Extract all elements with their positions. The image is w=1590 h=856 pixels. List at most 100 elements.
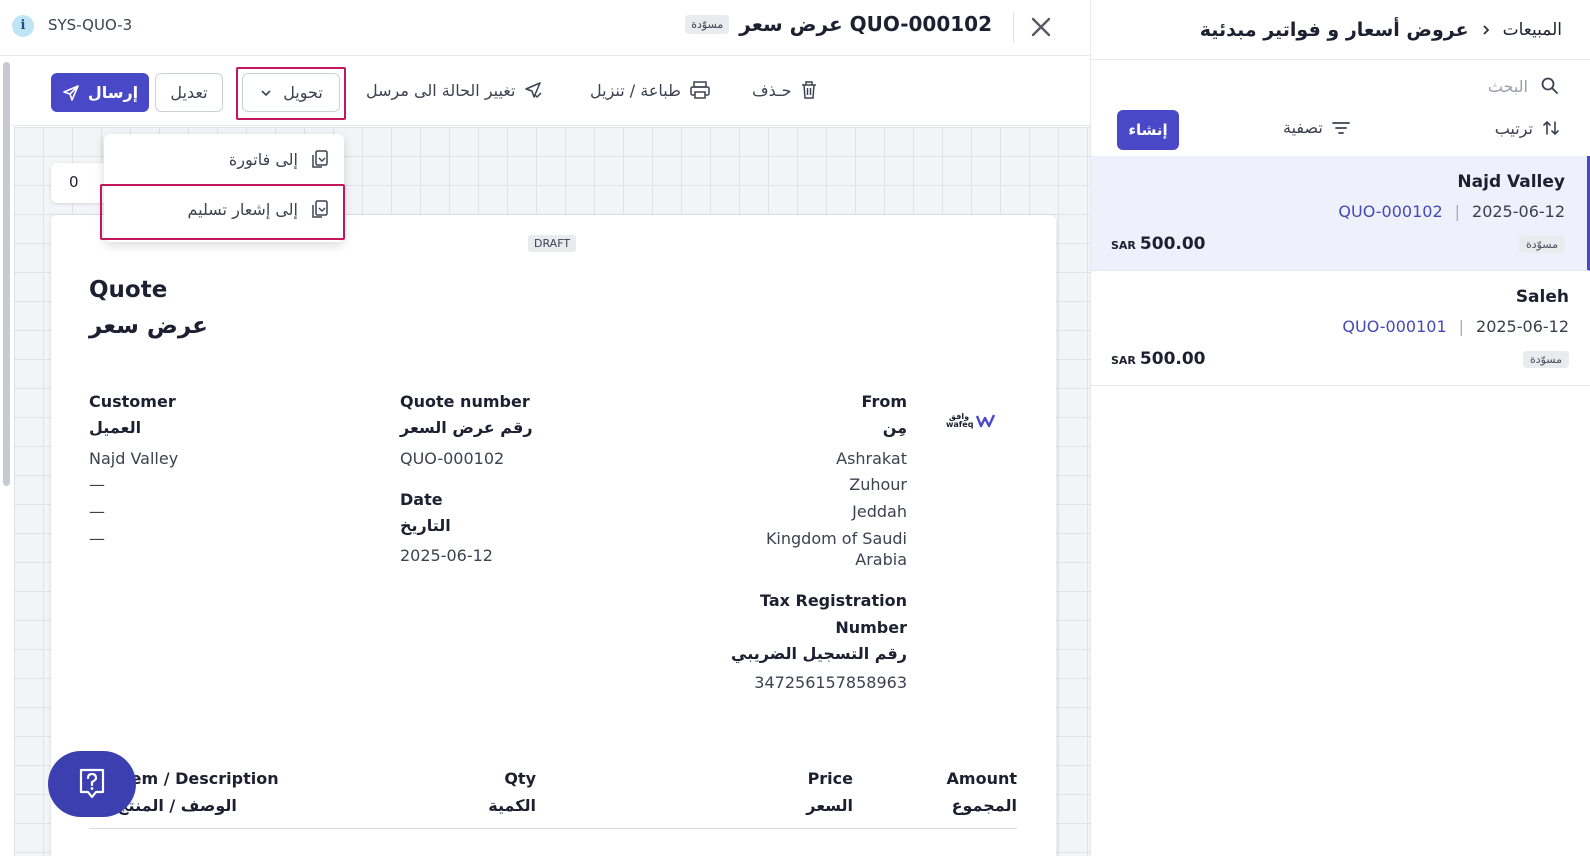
- menu-item-label: إلى فاتورة: [228, 149, 298, 169]
- meta-separator: |: [1458, 317, 1465, 336]
- help-button[interactable]: [48, 751, 136, 817]
- customer-address-line: —: [89, 475, 105, 494]
- status-badge: مسوّدة: [685, 14, 730, 34]
- table-col-price-ar: السعر: [806, 796, 853, 815]
- menu-item-to-invoice[interactable]: إلى فاتورة: [229, 148, 330, 170]
- currency-code: SAR: [1111, 354, 1136, 367]
- table-col-price-en: Price: [807, 769, 853, 788]
- breadcrumb-current: عروض أسعار و فواتير مبدئية: [1199, 18, 1469, 41]
- from-address-line: Ashrakat: [836, 449, 907, 468]
- quote-number: QUO-000102: [1338, 202, 1443, 221]
- paper-plane-icon: [63, 84, 79, 101]
- from-label-ar: مِن: [882, 418, 907, 437]
- from-address-line: Zuhour: [849, 475, 907, 494]
- chevron-down-icon: [261, 89, 271, 96]
- logo-wordmark: وافق wafeq: [946, 412, 974, 429]
- draft-badge: DRAFT: [528, 235, 577, 252]
- tax-label-en: Number: [835, 618, 907, 637]
- table-col-item-en: Item / Description: [117, 769, 279, 788]
- convert-button[interactable]: تحويل: [242, 73, 340, 112]
- quote-date: 2025-06-12: [1476, 317, 1569, 336]
- customer-label-ar: العميل: [89, 418, 142, 437]
- sort-arrows-icon: [1543, 121, 1559, 135]
- items-table-header: # Item / Description الوصف / المنتج Qty …: [89, 767, 1017, 829]
- search-icon: [1541, 77, 1558, 94]
- quote-number-label-ar: رقم عرض السعر: [400, 418, 533, 437]
- send-button[interactable]: إرسال: [51, 73, 149, 112]
- info-icon[interactable]: i: [12, 15, 34, 37]
- send-button-label: إرسال: [87, 83, 139, 102]
- convert-document-icon: [312, 150, 328, 168]
- customer-label-en: Customer: [89, 392, 176, 411]
- send-check-icon: [525, 82, 542, 99]
- create-button[interactable]: إنشاء: [1117, 110, 1179, 150]
- delete-button[interactable]: حـذف: [752, 80, 818, 100]
- date-label-ar: التاريخ: [400, 516, 451, 535]
- customer-address-line: —: [89, 529, 105, 548]
- help-question-icon: [79, 768, 105, 799]
- list-item[interactable]: Najd Valley QUO-000102 | 2025-06-12 SAR …: [1091, 156, 1590, 271]
- table-col-qty-en: Qty: [504, 769, 536, 788]
- sheet-tab-count: 0: [69, 173, 79, 191]
- quote-number-value: QUO-000102: [400, 449, 505, 468]
- detail-toolbar: إرسال تعديل تحويل تغيير الحالة الى مرسل …: [0, 58, 1090, 126]
- company-logo: وافق wafeq: [946, 413, 996, 429]
- tax-label-ar: رقم التسجيل الضريبي: [731, 644, 907, 663]
- customer-address-line: —: [89, 502, 105, 521]
- close-button[interactable]: [1026, 12, 1056, 42]
- search-bar: [1328, 76, 1560, 96]
- divider: [1013, 12, 1014, 42]
- quote-number: QUO-000101: [1342, 317, 1447, 336]
- customer-name: Najd Valley: [1457, 172, 1565, 192]
- tax-label-en: Tax Registration: [759, 591, 907, 610]
- wafeq-logo-icon: [976, 414, 996, 428]
- breadcrumb: عروض أسعار و فواتير مبدئية المبيعات: [1091, 0, 1590, 60]
- table-col-amount-ar: المجموع: [951, 796, 1017, 815]
- from-address-line: Arabia: [855, 550, 907, 569]
- quote-amount: SAR 500.00: [1111, 349, 1206, 369]
- convert-button-label: تحويل: [283, 83, 323, 102]
- detail-title: مسوّدة عرض سعر QUO-000102: [685, 12, 992, 36]
- table-col-amount-en: Amount: [946, 769, 1017, 788]
- print-download-button[interactable]: طباعة / تنزيل: [590, 80, 711, 100]
- delivery-highlight-frame: [100, 184, 345, 240]
- quote-date: 2025-06-12: [1472, 202, 1565, 221]
- list-item[interactable]: Saleh QUO-000101 | 2025-06-12 SAR 500.00…: [1091, 271, 1590, 386]
- quote-number-label-en: Quote number: [400, 392, 530, 411]
- date-label-en: Date: [400, 490, 443, 509]
- change-status-label: تغيير الحالة الى مرسل: [366, 80, 516, 100]
- date-value: 2025-06-12: [400, 546, 493, 565]
- quotes-list: Najd Valley QUO-000102 | 2025-06-12 SAR …: [1091, 156, 1590, 386]
- quote-meta: QUO-000102 | 2025-06-12: [1338, 202, 1565, 221]
- page-title: عرض سعر QUO-000102: [739, 12, 992, 36]
- search-input[interactable]: [1328, 76, 1528, 96]
- detail-header: i SYS-QUO-3 مسوّدة عرض سعر QUO-000102: [0, 0, 1090, 56]
- tax-number-value: 347256157858963: [754, 673, 907, 692]
- edit-button[interactable]: تعديل: [155, 73, 223, 112]
- filter-icon: [1331, 121, 1350, 134]
- table-col-qty-ar: الكمية: [488, 796, 536, 815]
- trash-icon: [801, 81, 816, 99]
- printer-icon: [690, 81, 710, 99]
- amount-value: 500.00: [1139, 234, 1206, 254]
- currency-code: SAR: [1111, 239, 1136, 252]
- status-badge: مسوّدة: [1518, 236, 1565, 253]
- quotes-list-panel: عروض أسعار و فواتير مبدئية المبيعات إنشا…: [1090, 0, 1590, 856]
- breadcrumb-root-link[interactable]: المبيعات: [1503, 20, 1562, 40]
- customer-name: Najd Valley: [89, 449, 179, 468]
- filter-button[interactable]: تصفية: [1283, 118, 1351, 137]
- quote-detail-panel: i SYS-QUO-3 مسوّدة عرض سعر QUO-000102 إر…: [0, 0, 1090, 856]
- quote-amount: SAR 500.00: [1111, 234, 1206, 254]
- scrollbar-thumb[interactable]: [3, 62, 10, 486]
- filter-label: تصفية: [1283, 118, 1323, 137]
- delete-label: حـذف: [752, 80, 792, 100]
- meta-separator: |: [1454, 202, 1461, 221]
- from-address-line: Jeddah: [852, 502, 907, 521]
- change-status-button[interactable]: تغيير الحالة الى مرسل: [366, 80, 543, 100]
- list-controls: إنشاء تصفية ترتيب: [1091, 110, 1590, 150]
- sort-button[interactable]: ترتيب: [1495, 118, 1561, 138]
- table-col-item-ar: الوصف / المنتج: [117, 796, 237, 815]
- print-download-label: طباعة / تنزيل: [590, 80, 681, 100]
- quote-document: DRAFT Quote عرض سعر Customer العميل Najd…: [51, 215, 1056, 856]
- from-address-line: Kingdom of Saudi: [765, 529, 907, 548]
